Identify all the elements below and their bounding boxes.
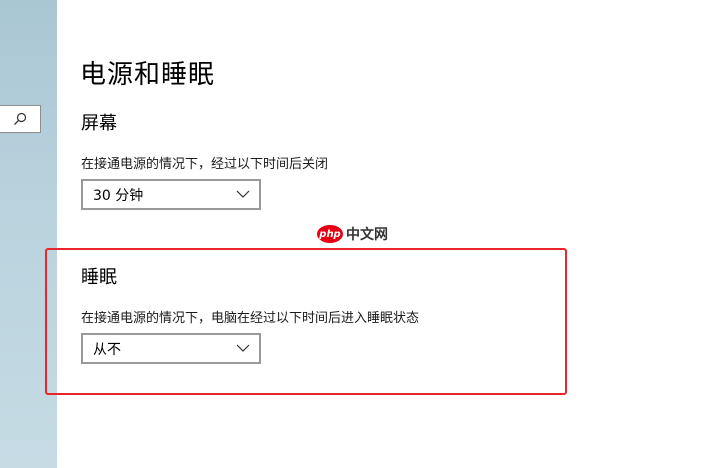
sleep-description: 在接通电源的情况下，电脑在经过以下时间后进入睡眠状态	[81, 311, 420, 326]
screen-timeout-dropdown[interactable]: 30 分钟	[81, 179, 261, 210]
watermark-badge: php	[317, 225, 343, 243]
sleep-timeout-dropdown[interactable]: 从不	[81, 333, 261, 364]
screen-description: 在接通电源的情况下，经过以下时间后关闭	[81, 157, 329, 172]
screen-section-title: 屏幕	[81, 113, 117, 134]
watermark-logo: php 中文网	[317, 224, 388, 244]
sleep-timeout-value: 从不	[93, 341, 121, 358]
sidebar-background	[0, 0, 57, 468]
chevron-down-icon	[236, 344, 250, 352]
search-icon	[14, 112, 27, 125]
watermark-text: 中文网	[346, 227, 388, 243]
search-button[interactable]	[0, 105, 41, 133]
screen-timeout-value: 30 分钟	[93, 187, 144, 204]
chevron-down-icon	[236, 190, 250, 198]
sleep-section-title: 睡眠	[81, 267, 117, 288]
page-title: 电源和睡眠	[80, 60, 216, 90]
